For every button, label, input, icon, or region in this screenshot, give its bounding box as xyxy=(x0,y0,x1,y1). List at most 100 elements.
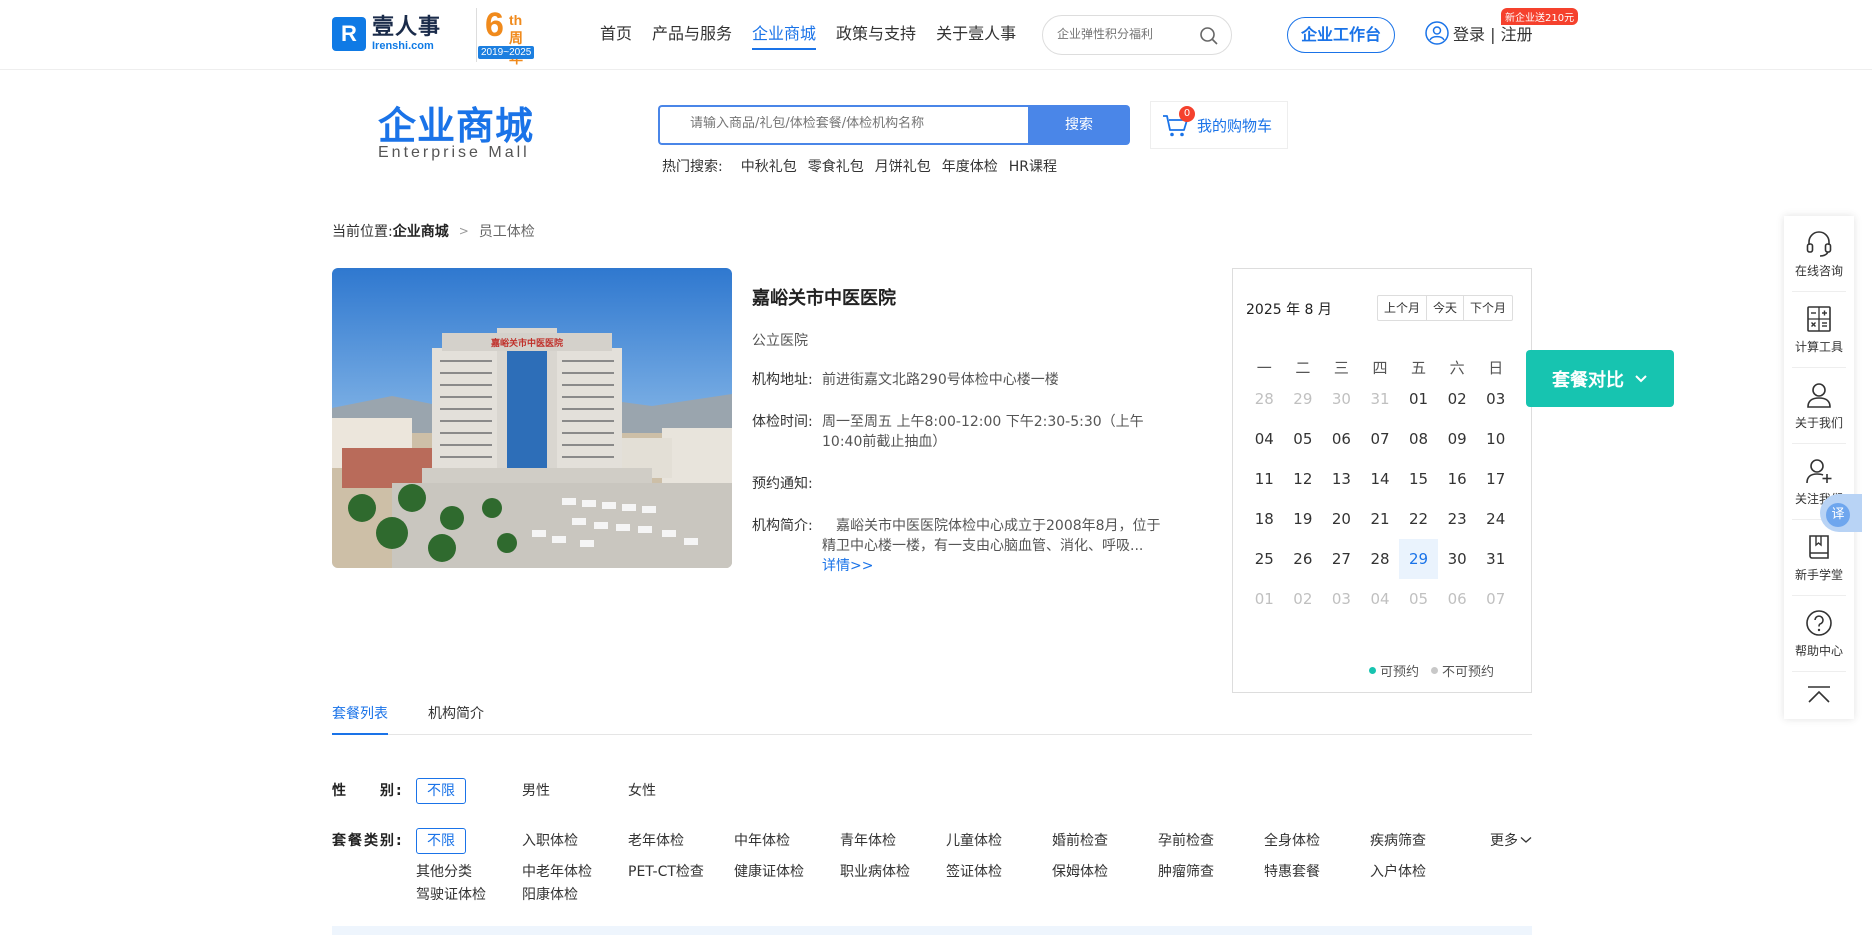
calendar-day[interactable]: 25 xyxy=(1245,539,1284,579)
hot-search-item[interactable]: 年度体检 xyxy=(942,156,998,176)
hospital-hours-row: 体检时间: 周一至周五 上午8:00-12:00 下午2:30-5:30（上午1… xyxy=(752,412,1152,452)
today-button[interactable]: 今天 xyxy=(1427,296,1465,320)
gender-option-male[interactable]: 男性 xyxy=(522,780,550,800)
float-label: 帮助中心 xyxy=(1794,644,1843,658)
prev-month-button[interactable]: 上个月 xyxy=(1378,296,1428,320)
translate-button[interactable]: 译 xyxy=(1820,494,1862,532)
category-option[interactable]: 全身体检 xyxy=(1264,830,1320,850)
calendar-day[interactable]: 28 xyxy=(1361,539,1400,579)
calendar-day[interactable]: 23 xyxy=(1438,499,1477,539)
site-logo[interactable]: R 壹人事 Irenshi.com xyxy=(332,14,441,54)
gender-all-chip[interactable]: 不限 xyxy=(416,778,466,804)
tab-institution-intro[interactable]: 机构简介 xyxy=(428,703,484,735)
calendar-day[interactable]: 07 xyxy=(1361,419,1400,459)
calendar-day[interactable]: 19 xyxy=(1284,499,1323,539)
calendar-day[interactable]: 27 xyxy=(1322,539,1361,579)
category-all-chip[interactable]: 不限 xyxy=(416,828,466,854)
calendar-day[interactable]: 05 xyxy=(1284,419,1323,459)
calendar-day[interactable]: 01 xyxy=(1399,379,1438,419)
calendar-day[interactable]: 30 xyxy=(1438,539,1477,579)
package-compare-button[interactable]: 套餐对比 xyxy=(1526,350,1674,407)
category-option[interactable]: 驾驶证体检 xyxy=(416,884,486,904)
next-month-button[interactable]: 下个月 xyxy=(1464,296,1512,320)
calendar-day[interactable]: 24 xyxy=(1476,499,1515,539)
calendar-day: 02 xyxy=(1293,590,1313,608)
category-option[interactable]: 阳康体检 xyxy=(522,884,578,904)
nav-about[interactable]: 关于壹人事 xyxy=(936,22,1016,50)
calendar-day[interactable]: 13 xyxy=(1322,459,1361,499)
nav-home[interactable]: 首页 xyxy=(600,22,632,50)
calendar-day[interactable]: 03 xyxy=(1476,379,1515,419)
tab-package-list[interactable]: 套餐列表 xyxy=(332,703,388,735)
float-online-consult[interactable]: 在线咨询 xyxy=(1784,228,1854,279)
category-more-toggle[interactable]: 更多 xyxy=(1490,830,1532,850)
category-option[interactable]: 保姆体检 xyxy=(1052,861,1108,881)
calendar-day[interactable]: 04 xyxy=(1245,419,1284,459)
category-option[interactable]: 签证体检 xyxy=(946,861,1002,881)
category-option[interactable]: 入职体检 xyxy=(522,830,578,850)
float-beginner-school[interactable]: 新手学堂 xyxy=(1784,532,1854,583)
calendar-day[interactable]: 17 xyxy=(1476,459,1515,499)
calendar-day[interactable]: 21 xyxy=(1361,499,1400,539)
top-navbar: R 壹人事 Irenshi.com 6 th 周年 2019~2025 首页 产… xyxy=(0,0,1872,70)
category-option[interactable]: 中年体检 xyxy=(734,830,790,850)
hot-search-item[interactable]: 零食礼包 xyxy=(808,156,864,176)
mall-search-input[interactable] xyxy=(690,116,1020,131)
top-search-input[interactable] xyxy=(1057,27,1197,41)
nav-mall[interactable]: 企业商城 xyxy=(752,22,817,50)
calendar-day[interactable]: 12 xyxy=(1284,459,1323,499)
gender-option-female[interactable]: 女性 xyxy=(628,780,656,800)
calendar-day[interactable]: 20 xyxy=(1322,499,1361,539)
back-to-top-button[interactable] xyxy=(1784,684,1854,710)
category-option[interactable]: 肿瘤筛查 xyxy=(1158,861,1214,881)
category-option[interactable]: 孕前检查 xyxy=(1158,830,1214,850)
hot-search-label: 热门搜索: xyxy=(662,159,723,175)
intro-detail-link[interactable]: 详情>> xyxy=(822,558,873,574)
calendar-day[interactable]: 02 xyxy=(1438,379,1477,419)
calendar-day[interactable]: 22 xyxy=(1399,499,1438,539)
category-option[interactable]: 儿童体检 xyxy=(946,830,1002,850)
nav-policy[interactable]: 政策与支持 xyxy=(836,22,916,50)
breadcrumb-mall[interactable]: 企业商城 xyxy=(393,221,449,241)
calendar-day[interactable]: 08 xyxy=(1399,419,1438,459)
calendar-day[interactable]: 10 xyxy=(1476,419,1515,459)
category-option[interactable]: 婚前检查 xyxy=(1052,830,1108,850)
hot-search-item[interactable]: 月饼礼包 xyxy=(875,156,931,176)
calendar-day[interactable]: 31 xyxy=(1476,539,1515,579)
calendar-day[interactable]: 16 xyxy=(1438,459,1477,499)
category-option[interactable]: 其他分类 xyxy=(416,861,472,881)
float-about-us[interactable]: 关于我们 xyxy=(1784,380,1854,431)
mall-search-button[interactable]: 搜索 xyxy=(1028,105,1130,145)
shopping-cart[interactable]: 0 我的购物车 xyxy=(1150,101,1288,149)
hot-search-item[interactable]: HR课程 xyxy=(1009,156,1057,176)
search-icon[interactable] xyxy=(1199,26,1219,46)
category-option[interactable]: 中老年体检 xyxy=(522,861,592,881)
compare-label: 套餐对比 xyxy=(1552,369,1624,391)
category-option[interactable]: 特惠套餐 xyxy=(1264,861,1320,881)
category-option[interactable]: PET-CT检查 xyxy=(628,861,704,881)
calendar-day-today[interactable]: 29 xyxy=(1399,539,1438,579)
help-icon xyxy=(1806,610,1832,636)
category-option[interactable]: 入户体检 xyxy=(1370,861,1426,881)
translate-icon: 译 xyxy=(1826,503,1850,527)
category-option[interactable]: 职业病体检 xyxy=(840,861,910,881)
calendar-day[interactable]: 14 xyxy=(1361,459,1400,499)
nav-products[interactable]: 产品与服务 xyxy=(652,22,732,50)
float-calc-tools[interactable]: 计算工具 xyxy=(1784,304,1854,355)
category-option[interactable]: 健康证体检 xyxy=(734,861,804,881)
calendar-day[interactable]: 15 xyxy=(1399,459,1438,499)
calendar-day[interactable]: 09 xyxy=(1438,419,1477,459)
calendar-day: 01 xyxy=(1254,590,1274,608)
float-help-center[interactable]: 帮助中心 xyxy=(1784,608,1854,659)
calendar-day[interactable]: 18 xyxy=(1245,499,1284,539)
calendar-day[interactable]: 11 xyxy=(1245,459,1284,499)
calendar-day: 30 xyxy=(1331,390,1351,408)
category-option[interactable]: 老年体检 xyxy=(628,830,684,850)
workbench-button[interactable]: 企业工作台 xyxy=(1287,17,1395,53)
legend-unavailable: 不可预约 xyxy=(1442,665,1495,680)
calendar-day[interactable]: 26 xyxy=(1284,539,1323,579)
hot-search-item[interactable]: 中秋礼包 xyxy=(741,156,797,176)
category-option[interactable]: 青年体检 xyxy=(840,830,896,850)
category-option[interactable]: 疾病筛查 xyxy=(1370,830,1426,850)
calendar-day[interactable]: 06 xyxy=(1322,419,1361,459)
